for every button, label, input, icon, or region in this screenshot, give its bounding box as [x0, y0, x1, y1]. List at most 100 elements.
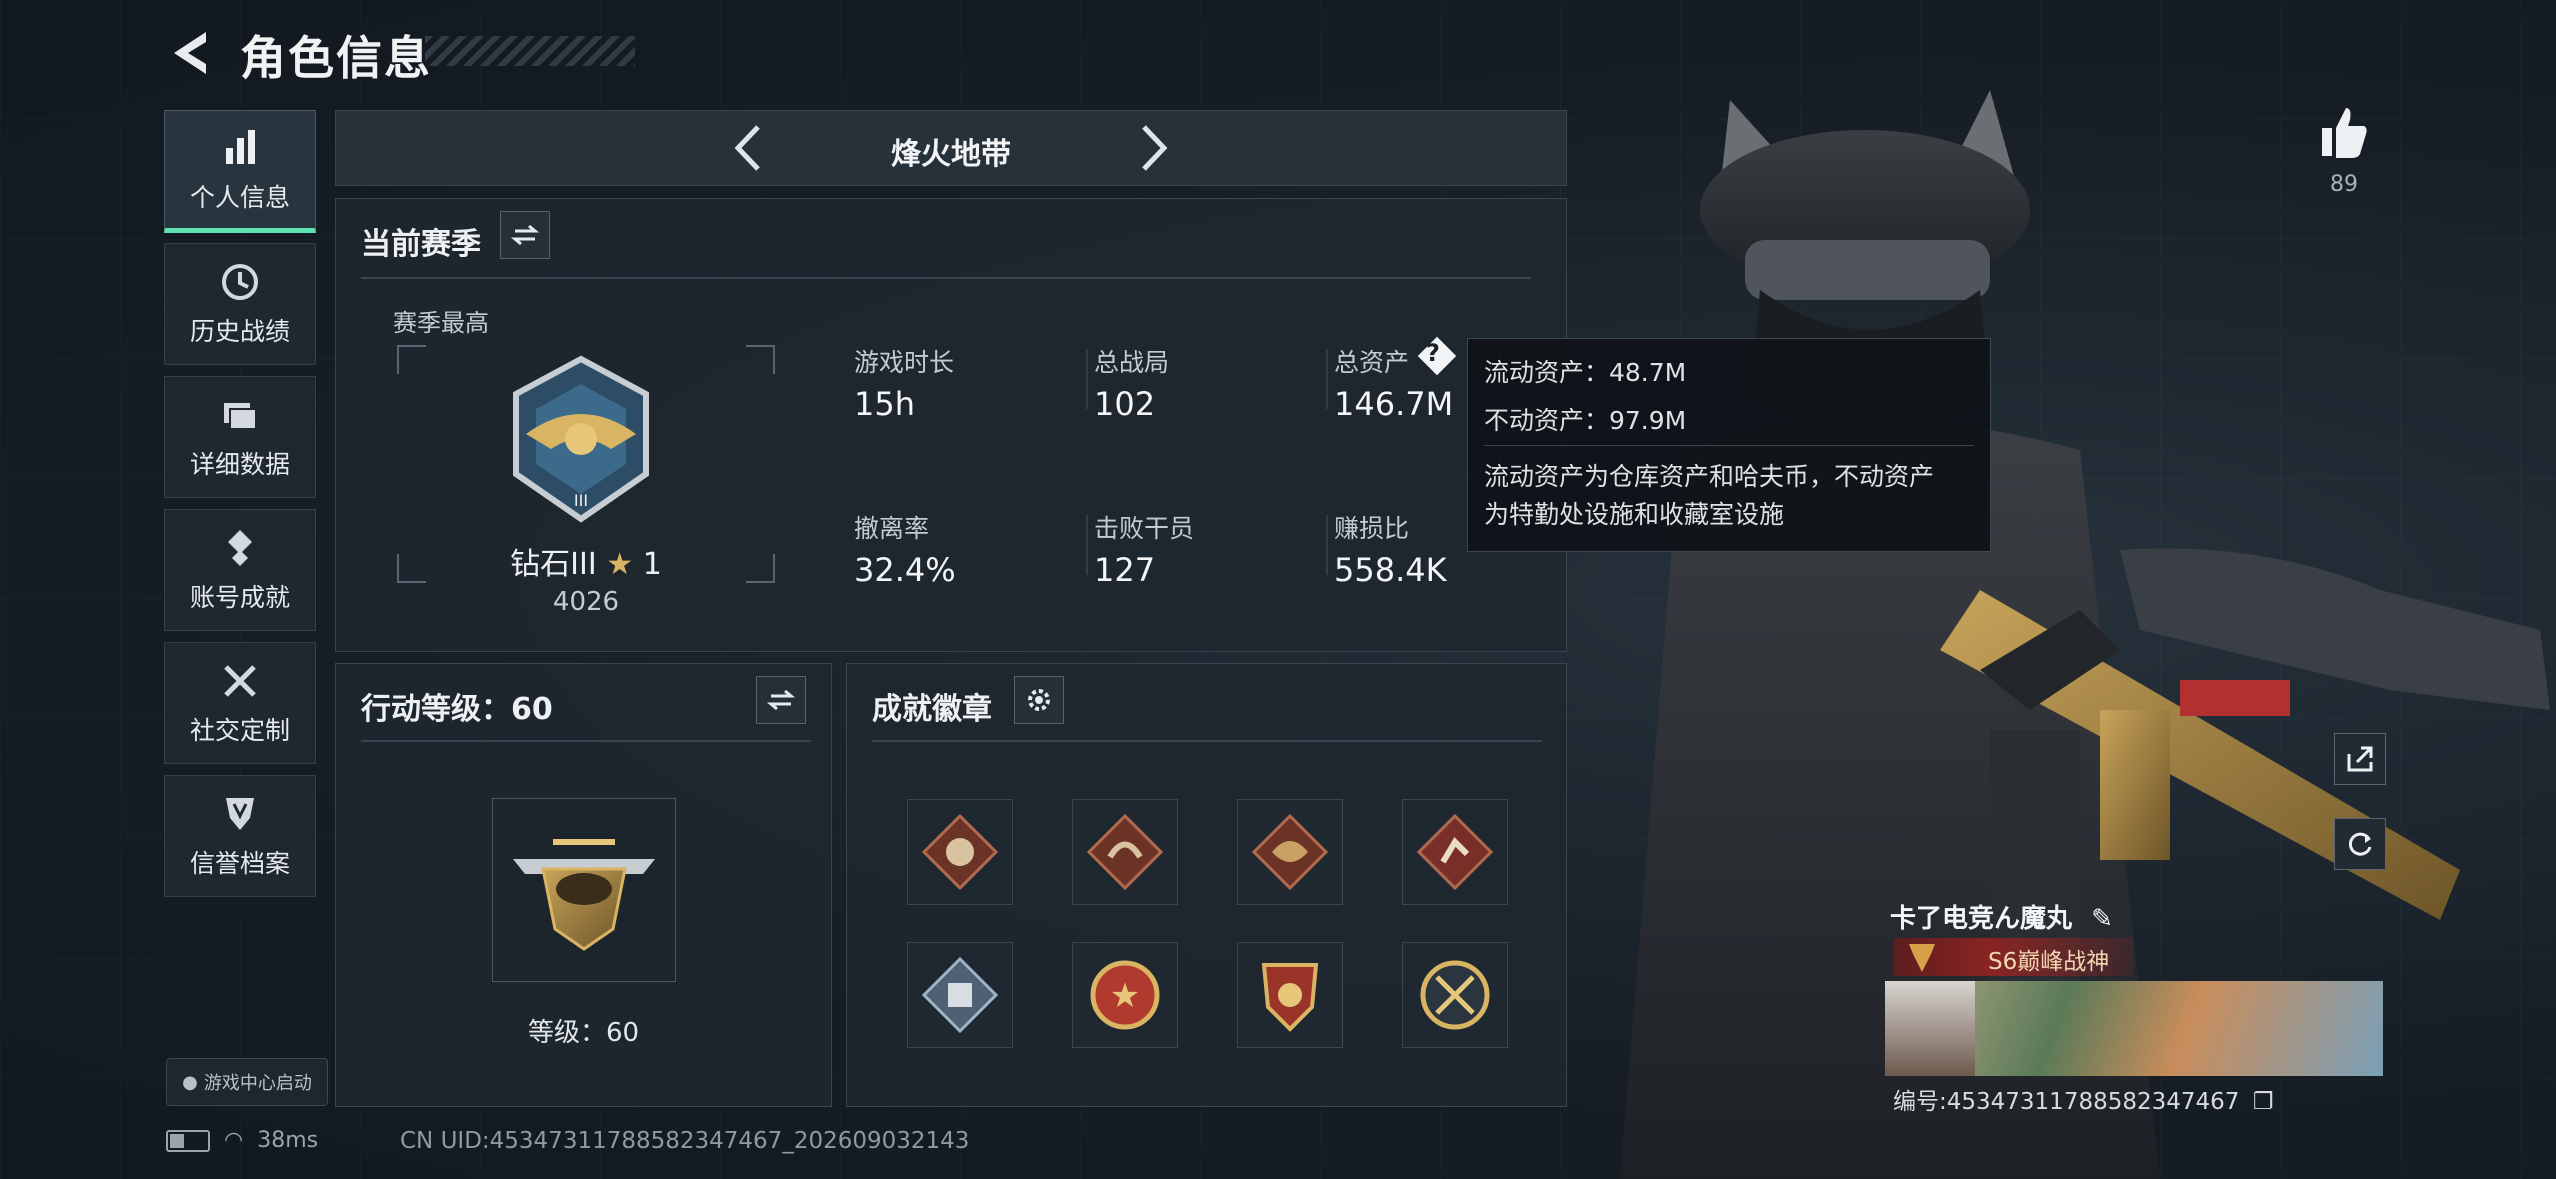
tooltip-divider — [1484, 445, 1974, 446]
season-highest-label: 赛季最高 — [393, 309, 489, 337]
thumbs-up-icon[interactable] — [2318, 104, 2368, 160]
stat-value: 15h — [854, 385, 915, 423]
achievement-badge[interactable] — [1072, 799, 1178, 905]
nav-item-label: 个人信息 — [189, 182, 290, 212]
back-arrow-icon[interactable] — [166, 26, 216, 80]
achievement-badge[interactable] — [907, 942, 1013, 1048]
nav-item-personal-info[interactable]: 个人信息 — [164, 110, 316, 233]
battery-icon — [166, 1129, 210, 1152]
nav-item-label: 历史战绩 — [189, 317, 290, 346]
status-bar: ◠ 38ms — [166, 1128, 318, 1153]
share-button[interactable] — [2334, 733, 2386, 785]
launch-label: 游戏中心启动 — [203, 1073, 312, 1094]
stat-label: 赚损比 — [1334, 514, 1410, 543]
achievement-badge[interactable] — [1402, 942, 1508, 1048]
nav-item-details[interactable]: 详细数据 — [164, 376, 316, 498]
achievement-badge[interactable]: ★ — [1072, 942, 1178, 1048]
stat-value: 558.4K — [1334, 551, 1447, 589]
achievements-settings-button[interactable] — [1014, 676, 1064, 724]
tooltip-fixed: 不动资产：97.9M — [1484, 406, 1687, 435]
rank-stars: 1 — [642, 547, 662, 582]
shield-icon — [218, 792, 262, 836]
player-name-row: 卡了电竞ん魔丸 ✎ — [1890, 898, 2113, 935]
player-id: 编号:4534731178858234746​7 — [1893, 1089, 2240, 1115]
stat-label: 撤离率 — [854, 514, 930, 543]
season-panel: 当前赛季 赛季最高 III 钻石III ★ 1 4026 游戏时长 15h 总战… — [335, 198, 1567, 652]
page-title: 角色信息 — [240, 31, 432, 85]
level-emblem-frame — [492, 798, 676, 982]
nav-item-social[interactable]: 社交定制 — [164, 642, 316, 764]
stat-label: 总资产 — [1334, 348, 1410, 377]
star-icon: ★ — [606, 547, 634, 582]
like-count: 89 — [2330, 172, 2358, 197]
divider — [872, 740, 1542, 742]
mode-selector: 烽火地带 — [335, 110, 1567, 186]
stat-value: 127 — [1094, 551, 1156, 589]
dragon-badge-icon — [1086, 813, 1164, 891]
tooltip-desc-2: 为特勤处设施和收藏室设施 — [1484, 500, 1785, 529]
edit-icon[interactable]: ✎ — [2091, 904, 2113, 934]
asset-tooltip: 流动资产：48.7M 不动资产：97.9M 流动资产为仓库资产和哈夫币，不动资产… — [1467, 338, 1991, 552]
nav-item-credit[interactable]: 信誉档案 — [164, 775, 316, 897]
nav-item-label: 账号成就 — [189, 583, 290, 612]
ping-text: 38ms — [257, 1128, 319, 1153]
tools-icon — [218, 659, 262, 703]
stat-label: 游戏时长 — [854, 348, 955, 377]
shield-emblem-badge-icon — [1261, 963, 1319, 1032]
share-icon — [2347, 746, 2373, 772]
achievement-badge[interactable] — [907, 799, 1013, 905]
diamond-rank-emblem-icon: III — [513, 355, 649, 523]
nav-item-label: 社交定制 — [189, 716, 290, 745]
avatar — [1885, 981, 1975, 1076]
refresh-icon — [2348, 832, 2372, 856]
box-badge-icon — [921, 956, 999, 1034]
season-switch-button[interactable] — [500, 211, 550, 259]
skull-emblem-badge-icon — [1420, 960, 1490, 1030]
uid-text: CN UID:4534731178858234746​7_20260903214… — [400, 1128, 970, 1154]
stat-label: 总战局 — [1094, 348, 1170, 377]
stat-divider — [1086, 515, 1088, 575]
nav-item-label: 详细数据 — [189, 450, 290, 479]
svg-text:III: III — [574, 491, 588, 510]
stat-value: 102 — [1094, 385, 1156, 423]
gear-icon — [1028, 689, 1050, 711]
help-icon-glyph: ? — [1426, 339, 1440, 367]
stat-divider — [1326, 349, 1328, 409]
achievement-badge[interactable] — [1237, 942, 1343, 1048]
rank-score: 4026 — [552, 587, 620, 617]
wolf-badge-icon — [921, 813, 999, 891]
action-level-switch-button[interactable] — [756, 676, 806, 724]
rank-name: 钻石III — [510, 547, 597, 582]
qq-icon: ● — [182, 1071, 198, 1093]
copy-icon[interactable]: ❐ — [2253, 1089, 2274, 1115]
title-decoration — [425, 36, 635, 66]
achievement-badge[interactable] — [1402, 799, 1508, 905]
rank-name-row: 钻石III ★ 1 — [476, 539, 696, 583]
next-mode-arrow-icon[interactable] — [1134, 121, 1174, 175]
level-label: 等级：60 — [527, 1018, 640, 1048]
player-id-row: 编号:4534731178858234746​7 ❐ — [1893, 1082, 2273, 1116]
star-emblem-badge-icon: ★ — [1090, 960, 1160, 1030]
dragon-gold-badge-icon — [1251, 813, 1329, 891]
action-level-title: 行动等级：60 — [361, 692, 553, 727]
nav-item-achievements[interactable]: 账号成就 — [164, 509, 316, 631]
game-center-launch-button[interactable]: ● 游戏中心启动 — [166, 1058, 328, 1106]
bar-chart-icon — [218, 126, 262, 170]
achievements-title: 成就徽章 — [872, 692, 992, 727]
achievement-badge[interactable] — [1237, 799, 1343, 905]
folder-icon — [218, 393, 262, 437]
player-title-banner: S6巅峰战神 — [1893, 938, 2133, 976]
player-card-banner — [1885, 981, 2383, 1076]
title-emblem-icon — [1909, 944, 1935, 972]
tooltip-liquid: 流动资产：48.7M — [1484, 358, 1687, 387]
refresh-button[interactable] — [2334, 818, 2386, 870]
player-name: 卡了电竞ん魔丸 — [1890, 904, 2073, 934]
clock-icon — [218, 260, 262, 304]
stat-value: 32.4% — [854, 551, 956, 589]
achievement-icon — [218, 526, 262, 570]
achievements-panel: 成就徽章 ★ — [846, 663, 1567, 1107]
runner-badge-icon — [1416, 813, 1494, 891]
nav-item-history[interactable]: 历史战绩 — [164, 243, 316, 365]
swap-icon — [767, 689, 795, 711]
season-title: 当前赛季 — [361, 227, 481, 262]
